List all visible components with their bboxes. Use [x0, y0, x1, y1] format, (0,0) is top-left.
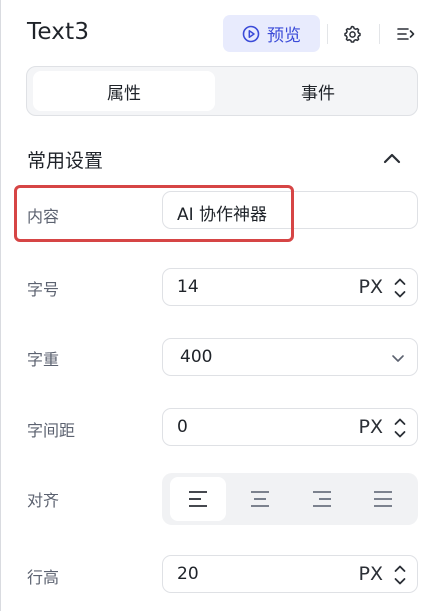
panel-header: Text3 预览 — [1, 0, 441, 66]
align-justify-button[interactable] — [355, 477, 411, 521]
component-title: Text3 — [27, 19, 90, 45]
chevron-up-icon[interactable] — [381, 148, 403, 170]
font-size-label: 字号 — [27, 280, 60, 299]
line-height-unit: PX — [358, 563, 383, 585]
line-height-label: 行高 — [27, 568, 60, 587]
stepper-icon[interactable] — [393, 275, 407, 301]
align-right-button[interactable] — [294, 477, 350, 521]
divider — [379, 24, 380, 44]
settings-button[interactable] — [340, 22, 364, 46]
line-height-input[interactable]: 20 PX — [162, 555, 418, 593]
section-title: 常用设置 — [27, 150, 104, 172]
tab-events[interactable]: 事件 — [223, 71, 413, 111]
properties-panel: Text3 预览 属性 事件 常用设置 内容 AI 协作神器 字号 14 PX … — [0, 0, 441, 611]
align-left-icon — [189, 491, 207, 507]
letter-spacing-input[interactable]: 0 PX — [162, 408, 418, 446]
preview-label: 预览 — [267, 26, 301, 46]
letter-spacing-label: 字间距 — [27, 421, 76, 440]
tab-bar: 属性 事件 — [26, 66, 418, 116]
divider — [327, 24, 328, 44]
font-size-value: 14 — [177, 277, 199, 297]
stepper-icon[interactable] — [393, 562, 407, 588]
highlight-box — [14, 185, 294, 242]
align-center-button[interactable] — [232, 477, 288, 521]
align-left-button[interactable] — [170, 477, 226, 521]
font-size-input[interactable]: 14 PX — [162, 268, 418, 306]
collapse-panel-button[interactable] — [394, 22, 418, 46]
font-size-unit: PX — [358, 276, 383, 298]
letter-spacing-unit: PX — [358, 416, 383, 438]
letter-spacing-value: 0 — [177, 417, 188, 437]
align-label: 对齐 — [27, 491, 60, 510]
line-height-value: 20 — [177, 564, 199, 584]
chevron-down-icon — [392, 355, 404, 362]
align-right-icon — [313, 491, 331, 507]
play-circle-icon — [242, 25, 260, 42]
font-weight-select[interactable]: 400 — [162, 338, 418, 376]
stepper-icon[interactable] — [393, 415, 407, 441]
preview-button[interactable]: 预览 — [223, 15, 320, 52]
font-weight-value: 400 — [180, 347, 213, 367]
align-center-icon — [251, 491, 269, 507]
collapse-panel-icon — [397, 28, 415, 40]
font-weight-label: 字重 — [27, 350, 60, 369]
tab-properties[interactable]: 属性 — [33, 71, 215, 111]
align-justify-icon — [374, 491, 392, 507]
align-segmented-control — [162, 473, 418, 525]
gear-icon — [344, 25, 361, 43]
